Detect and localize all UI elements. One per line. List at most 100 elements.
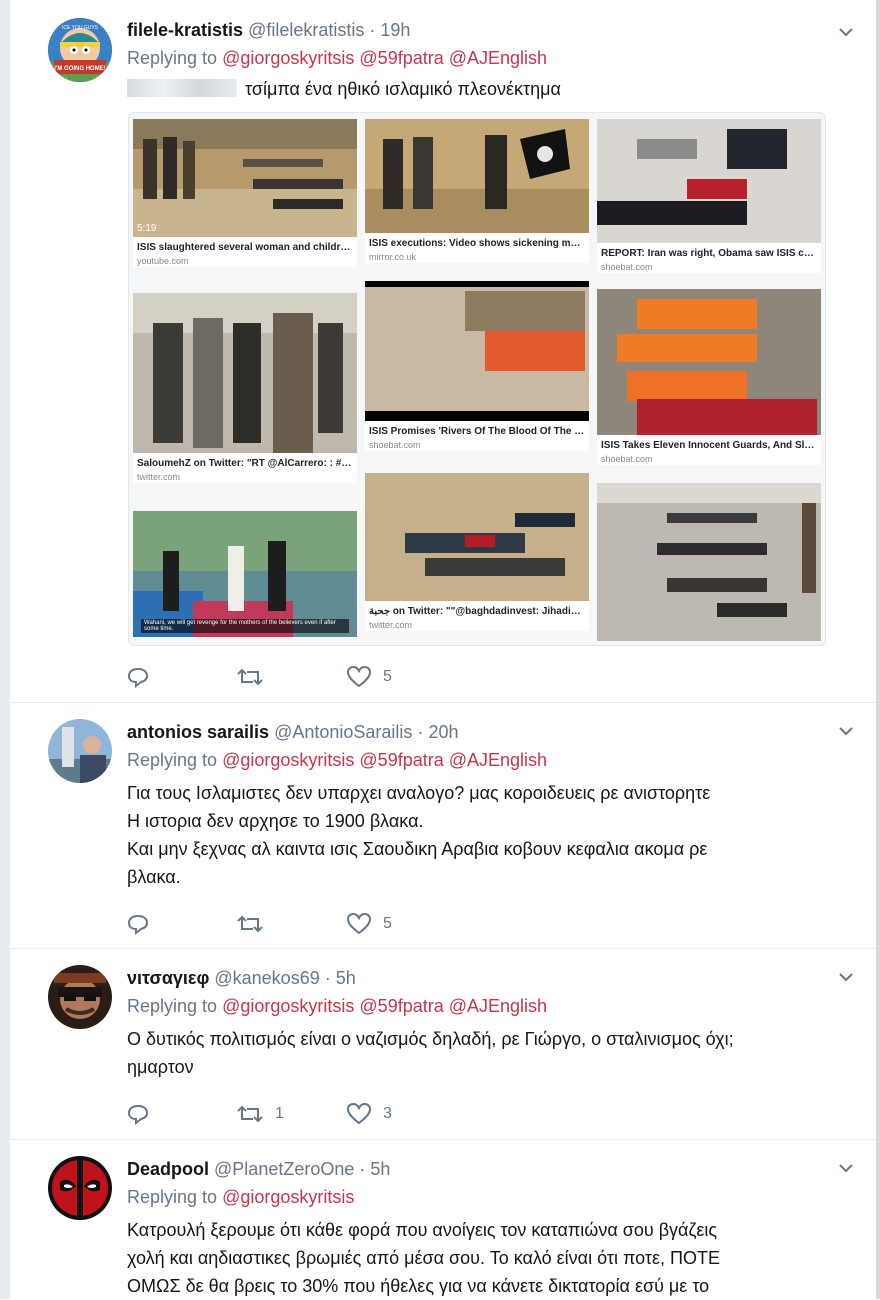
tweet-text-line: Και μην ξεχνας αλ καιντα ισις Σαουδικη Α… <box>127 839 708 859</box>
reply-icon <box>127 914 149 935</box>
tweet-actions: 5 <box>127 909 457 939</box>
tweet-1[interactable]: ICE YOU GUYS I'M GOING HOME! filele-krat… <box>10 0 876 703</box>
tweet-actions: 1 3 <box>127 1099 457 1129</box>
tweet-text: Για τους Ισλαμιστες δεν υπαρχει αναλογο?… <box>127 779 836 891</box>
image-caption[interactable]: ISIS Takes Eleven Innocent Guards, And S… <box>597 435 821 452</box>
timestamp[interactable]: 20h <box>428 722 458 742</box>
mention-link[interactable]: @AJEnglish <box>449 750 547 770</box>
username[interactable]: @PlanetZeroOne <box>214 1159 354 1179</box>
tweet-text: Ο δυτικός πολιτισμός είναι ο ναζισμός δη… <box>127 1025 836 1081</box>
reply-button[interactable] <box>127 1103 237 1125</box>
cartman-avatar-icon: ICE YOU GUYS I'M GOING HOME! <box>48 18 112 82</box>
display-name[interactable]: filele-kratistis <box>127 20 243 40</box>
timestamp[interactable]: 19h <box>380 20 410 40</box>
tweet-text: τσίμπα ένα ηθικό ισλαμικό πλεονέκτημα <box>127 75 836 103</box>
tweet-4[interactable]: Deadpool @PlanetZeroOne · 5h Replying to… <box>10 1140 876 1299</box>
image-result-card[interactable]: Wahani, we will get revenge for the moth… <box>133 511 357 637</box>
image-result-card[interactable]: ISIS executions: Video shows sickening m… <box>365 119 589 263</box>
image-result-card[interactable]: REPORT: Iran was right, Obama saw ISIS c… <box>597 119 821 273</box>
image-thumbnail[interactable] <box>597 289 821 435</box>
avatar[interactable] <box>48 1156 112 1220</box>
replying-to: Replying to @giorgoskyritsis <box>127 1184 836 1210</box>
username[interactable]: @filelekratistis <box>248 20 364 40</box>
tweet-text-line: ημαρτον <box>127 1057 194 1077</box>
mention-link[interactable]: @giorgoskyritsis <box>222 1187 354 1207</box>
retweet-button[interactable] <box>237 913 347 935</box>
avatar[interactable] <box>48 719 112 783</box>
image-caption[interactable]: ISIS executions: Video shows sickening m… <box>365 233 589 250</box>
image-source: twitter.com <box>137 472 181 482</box>
image-caption[interactable]: ISIS Promises 'Rivers Of The Blood Of Th… <box>365 421 589 438</box>
image-thumbnail[interactable] <box>365 119 589 233</box>
replying-to-label: Replying to <box>127 48 218 68</box>
retweet-button[interactable]: 1 <box>237 1103 347 1125</box>
image-result-card[interactable]: ISIS Takes Eleven Innocent Guards, And S… <box>597 289 821 465</box>
image-result-card[interactable]: SaloumehZ on Twitter: "RT @AlCarrero: : … <box>133 293 357 483</box>
mention-link[interactable]: @giorgoskyritsis <box>222 996 354 1016</box>
image-search-grid[interactable]: 5:19 ISIS slaughtered several woman and … <box>128 112 826 646</box>
tweet-text-line: χολή και αηδιαστικες βρωμιές από μέσα σο… <box>127 1248 721 1268</box>
tweet-actions: 5 <box>127 662 457 692</box>
retweet-button[interactable] <box>237 666 347 688</box>
image-caption[interactable]: REPORT: Iran was right, Obama saw ISIS c… <box>597 243 821 260</box>
avatar[interactable] <box>48 965 112 1029</box>
image-thumbnail[interactable] <box>365 281 589 421</box>
video-duration: 5:19 <box>137 223 157 234</box>
image-result-card[interactable]: جحبة on Twitter: ""@baghdadinvest: Jihad… <box>365 473 589 631</box>
separator-dot: · <box>324 968 331 988</box>
tweet-header: antonios sarailis @AntonioSarailis · 20h <box>127 719 836 745</box>
image-thumbnail[interactable] <box>597 119 821 243</box>
mention-link[interactable]: @giorgoskyritsis <box>222 48 354 68</box>
replying-to: Replying to @giorgoskyritsis @59fpatra @… <box>127 993 836 1019</box>
display-name[interactable]: Deadpool <box>127 1159 209 1179</box>
mention-link[interactable]: @giorgoskyritsis <box>222 750 354 770</box>
tweet-text-line: ΟΜΩΣ δε θα βρεις το 30% που ήθελες για ν… <box>127 1276 710 1296</box>
image-thumbnail[interactable] <box>597 483 821 641</box>
display-name[interactable]: νιτσαγιεφ <box>127 968 209 988</box>
image-source: shoebat.com <box>601 454 653 464</box>
timestamp[interactable]: 5h <box>336 968 356 988</box>
mention-link[interactable]: @AJEnglish <box>449 48 547 68</box>
tweet-text-line: Ο δυτικός πολιτισμός είναι ο ναζισμός δη… <box>127 1029 734 1049</box>
reply-button[interactable] <box>127 913 237 935</box>
like-button[interactable]: 5 <box>347 666 457 688</box>
like-button[interactable]: 3 <box>347 1103 457 1125</box>
scrollbar[interactable] <box>876 0 880 1299</box>
like-button[interactable]: 5 <box>347 913 457 935</box>
mention-link[interactable]: @59fpatra <box>359 750 443 770</box>
retweet-icon <box>237 915 263 933</box>
tweet-text: Κατρουλή ξερουμε ότι κάθε φορά που ανοίγ… <box>127 1216 836 1300</box>
chevron-down-icon[interactable] <box>838 24 854 40</box>
reply-button[interactable] <box>127 666 237 688</box>
tweet-text-line: βλακα. <box>127 867 181 887</box>
tweet-text-line: Για τους Ισλαμιστες δεν υπαρχει αναλογο?… <box>127 783 711 803</box>
avatar[interactable]: ICE YOU GUYS I'M GOING HOME! <box>48 18 112 82</box>
image-thumbnail[interactable] <box>365 473 589 601</box>
replying-to: Replying to @giorgoskyritsis @59fpatra @… <box>127 747 836 773</box>
mention-link[interactable]: @59fpatra <box>359 996 443 1016</box>
chevron-down-icon[interactable] <box>838 969 854 985</box>
replying-to-label: Replying to <box>127 750 218 770</box>
video-thumbnail[interactable]: 5:19 <box>133 119 357 237</box>
image-caption[interactable]: SaloumehZ on Twitter: "RT @AlCarrero: : … <box>133 453 357 470</box>
image-caption[interactable]: ISIS slaughtered several woman and child… <box>133 237 357 254</box>
mention-link[interactable]: @AJEnglish <box>449 996 547 1016</box>
tweet-3[interactable]: νιτσαγιεφ @kanekos69 · 5h Replying to @g… <box>10 949 876 1140</box>
deadpool-avatar-icon <box>48 1156 112 1220</box>
image-result-card[interactable] <box>597 483 821 641</box>
image-thumbnail[interactable]: Wahani, we will get revenge for the moth… <box>133 511 357 637</box>
username[interactable]: @AntonioSarailis <box>274 722 412 742</box>
username[interactable]: @kanekos69 <box>214 968 319 988</box>
mention-link[interactable]: @59fpatra <box>359 48 443 68</box>
image-caption[interactable]: جحبة on Twitter: ""@baghdadinvest: Jihad… <box>365 601 589 618</box>
timestamp[interactable]: 5h <box>370 1159 390 1179</box>
retweet-count: 1 <box>275 1105 284 1122</box>
image-thumbnail[interactable] <box>133 293 357 453</box>
display-name[interactable]: antonios sarailis <box>127 722 269 742</box>
image-result-card[interactable]: 5:19 ISIS slaughtered several woman and … <box>133 119 357 267</box>
chevron-down-icon[interactable] <box>838 1160 854 1176</box>
avatar-top-text: ICE YOU GUYS <box>62 25 99 31</box>
chevron-down-icon[interactable] <box>838 723 854 739</box>
tweet-2[interactable]: antonios sarailis @AntonioSarailis · 20h… <box>10 703 876 949</box>
image-result-card[interactable]: ISIS Promises 'Rivers Of The Blood Of Th… <box>365 281 589 451</box>
